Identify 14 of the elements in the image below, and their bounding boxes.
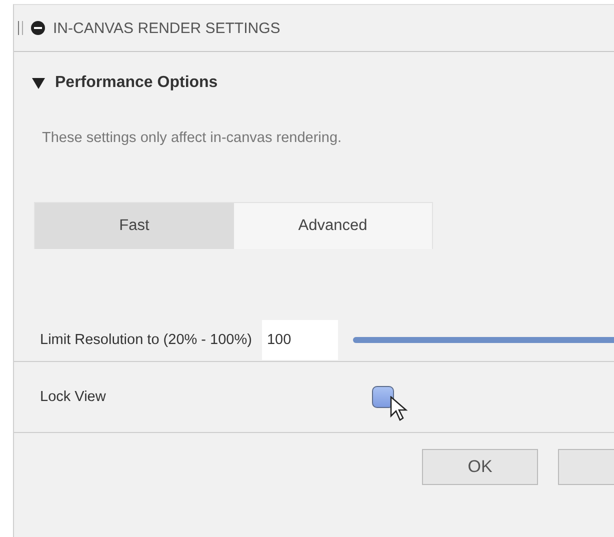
resolution-input[interactable]: 100 (262, 320, 338, 360)
mode-tab[interactable]: Fast (35, 203, 234, 249)
collapse-icon[interactable] (31, 21, 45, 35)
cursor-icon (390, 396, 408, 422)
resolution-slider[interactable] (352, 337, 614, 343)
lock-view-label: Lock View (40, 389, 106, 405)
description-text: These settings only affect in-canvas rendering. (41, 129, 343, 146)
mode-tab[interactable]: Advanced (234, 203, 432, 249)
resolution-label: Limit Resolution to (20% - 100%) (40, 332, 252, 348)
lock-view-checkbox[interactable] (372, 386, 394, 408)
section-title[interactable]: Performance Options (55, 74, 218, 92)
ok-button[interactable]: OK (422, 449, 538, 485)
panel-title: IN-CANVAS RENDER SETTINGS (53, 20, 280, 36)
caret-icon[interactable] (32, 78, 45, 88)
